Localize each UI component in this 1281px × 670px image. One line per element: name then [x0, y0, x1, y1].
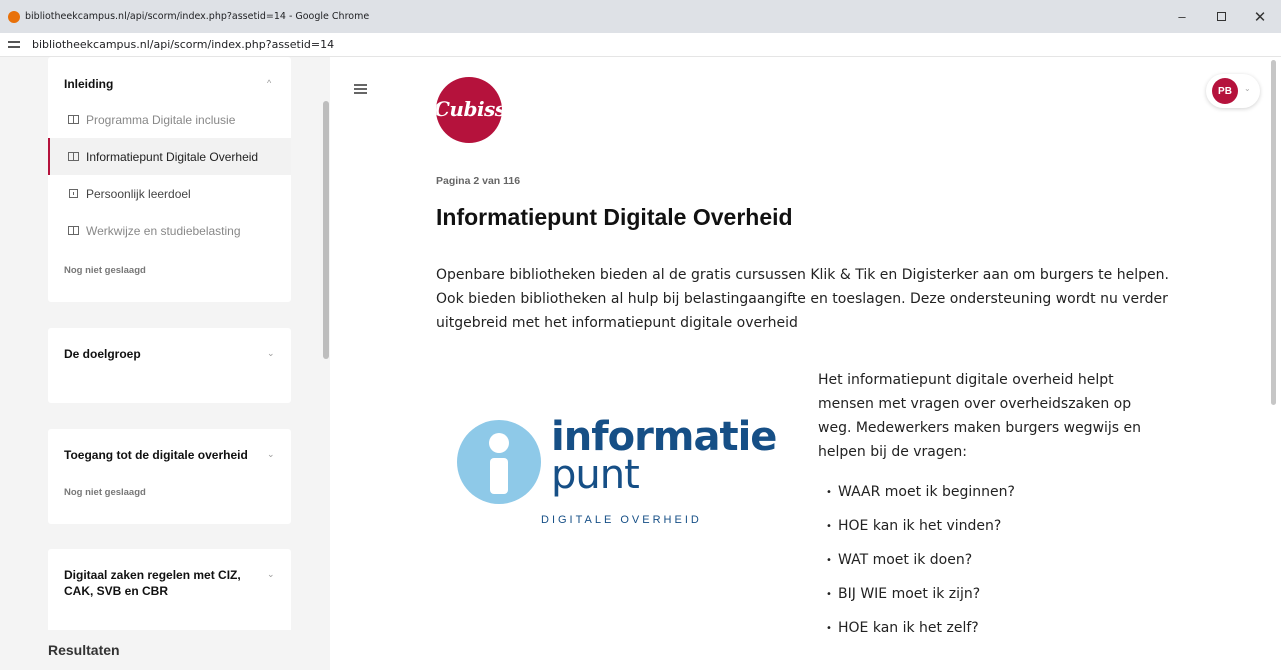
- results-label[interactable]: Resultaten: [48, 642, 120, 658]
- sidebar-scrollbar[interactable]: [323, 101, 329, 359]
- section-title[interactable]: Digitaal zaken regelen met CIZ, CAK, SVB…: [64, 567, 244, 599]
- list-item: • HOE kan ik het vinden?: [818, 509, 1015, 543]
- question-text: WAAR moet ik beginnen?: [838, 484, 1015, 500]
- lesson-label: Persoonlijk leerdoel: [86, 186, 191, 201]
- menu-icon[interactable]: [354, 83, 367, 94]
- lesson-label: Werkwijze en studiebelasting: [86, 223, 241, 238]
- page-scrollbar[interactable]: [1271, 60, 1276, 405]
- informatiepunt-logo: informatie punt DIGITALE OVERHEID: [457, 414, 777, 533]
- book-icon: [68, 152, 79, 161]
- status-text: Nog niet geslaagd: [64, 265, 146, 276]
- question-text: WAT moet ik doen?: [838, 552, 973, 568]
- logo-subtitle: DIGITALE OVERHEID: [541, 514, 702, 526]
- favicon-icon: [8, 10, 20, 23]
- site-info-icon[interactable]: [8, 39, 22, 51]
- address-bar[interactable]: bibliotheekcampus.nl/api/scorm/index.php…: [0, 33, 1281, 57]
- section-title[interactable]: Toegang tot de digitale overheid: [64, 447, 248, 463]
- question-text: BIJ WIE moet ik zijn?: [838, 586, 981, 602]
- section-card-doelgroep[interactable]: De doelgroep ⌄: [48, 328, 291, 403]
- chevron-down-icon[interactable]: ⌄: [1244, 84, 1251, 93]
- bullet-icon: •: [826, 520, 832, 532]
- lesson-item[interactable]: Werkwijze en studiebelasting: [48, 212, 291, 249]
- minimize-button[interactable]: –: [1164, 0, 1200, 33]
- chevron-up-icon[interactable]: ^: [267, 78, 271, 88]
- window-title: bibliotheekcampus.nl/api/scorm/index.php…: [25, 11, 370, 22]
- lesson-label: Programma Digitale inclusie: [86, 112, 236, 127]
- chevron-down-icon[interactable]: ⌄: [267, 348, 275, 359]
- book-icon: [68, 226, 79, 235]
- browser-titlebar: bibliotheekcampus.nl/api/scorm/index.php…: [0, 0, 1281, 33]
- info-icon: [457, 420, 541, 504]
- list-item: • BIJ WIE moet ik zijn?: [818, 577, 1015, 611]
- bullet-icon: •: [826, 622, 832, 634]
- lesson-item-active[interactable]: Informatiepunt Digitale Overheid: [48, 138, 291, 175]
- lesson-item[interactable]: Programma Digitale inclusie: [48, 101, 291, 138]
- user-menu[interactable]: PB ⌄: [1206, 74, 1260, 108]
- avatar[interactable]: PB: [1212, 78, 1238, 104]
- chevron-down-icon[interactable]: ⌄: [267, 569, 275, 580]
- note-icon: [69, 189, 78, 198]
- bullet-icon: •: [826, 554, 832, 566]
- question-list: • WAAR moet ik beginnen? • HOE kan ik het …: [818, 475, 1015, 645]
- lesson-item[interactable]: Persoonlijk leerdoel: [48, 175, 291, 212]
- section-card-toegang[interactable]: Toegang tot de digitale overheid ⌄ Nog n…: [48, 429, 291, 524]
- question-text: HOE kan ik het vinden?: [838, 518, 1002, 534]
- book-icon: [68, 115, 79, 124]
- chevron-down-icon[interactable]: ⌄: [267, 449, 275, 460]
- page-indicator: Pagina 2 van 116: [436, 175, 521, 187]
- course-sidebar: Inleiding ^ Programma Digitale inclusie …: [0, 57, 330, 670]
- close-window-button[interactable]: ✕: [1242, 0, 1278, 33]
- logo-text: Cubiss: [436, 97, 502, 121]
- url-text[interactable]: bibliotheekcampus.nl/api/scorm/index.php…: [32, 38, 334, 51]
- maximize-button[interactable]: [1203, 0, 1239, 33]
- section-card-inleiding: Inleiding ^ Programma Digitale inclusie …: [48, 57, 291, 302]
- logo-word-punt: punt: [551, 452, 640, 498]
- question-text: HOE kan ik het zelf?: [838, 620, 979, 636]
- intro-paragraph: Openbare bibliotheken bieden al de grati…: [436, 267, 1169, 331]
- section-title[interactable]: De doelgroep: [64, 346, 141, 362]
- cubiss-logo: Cubiss: [436, 77, 502, 143]
- bullet-icon: •: [826, 486, 832, 498]
- lesson-label: Informatiepunt Digitale Overheid: [86, 149, 259, 164]
- description-paragraph: Het informatiepunt digitale overheid hel…: [818, 372, 1142, 460]
- results-bar[interactable]: Resultaten: [0, 630, 330, 670]
- list-item: • WAAR moet ik beginnen?: [818, 475, 1015, 509]
- page-title: Informatiepunt Digitale Overheid: [436, 204, 793, 230]
- status-text: Nog niet geslaagd: [64, 487, 146, 498]
- bullet-icon: •: [826, 588, 832, 600]
- list-item: • WAT moet ik doen?: [818, 543, 1015, 577]
- list-item: • HOE kan ik het zelf?: [818, 611, 1015, 645]
- section-title[interactable]: Inleiding: [64, 76, 113, 92]
- maximize-icon: [1216, 12, 1226, 21]
